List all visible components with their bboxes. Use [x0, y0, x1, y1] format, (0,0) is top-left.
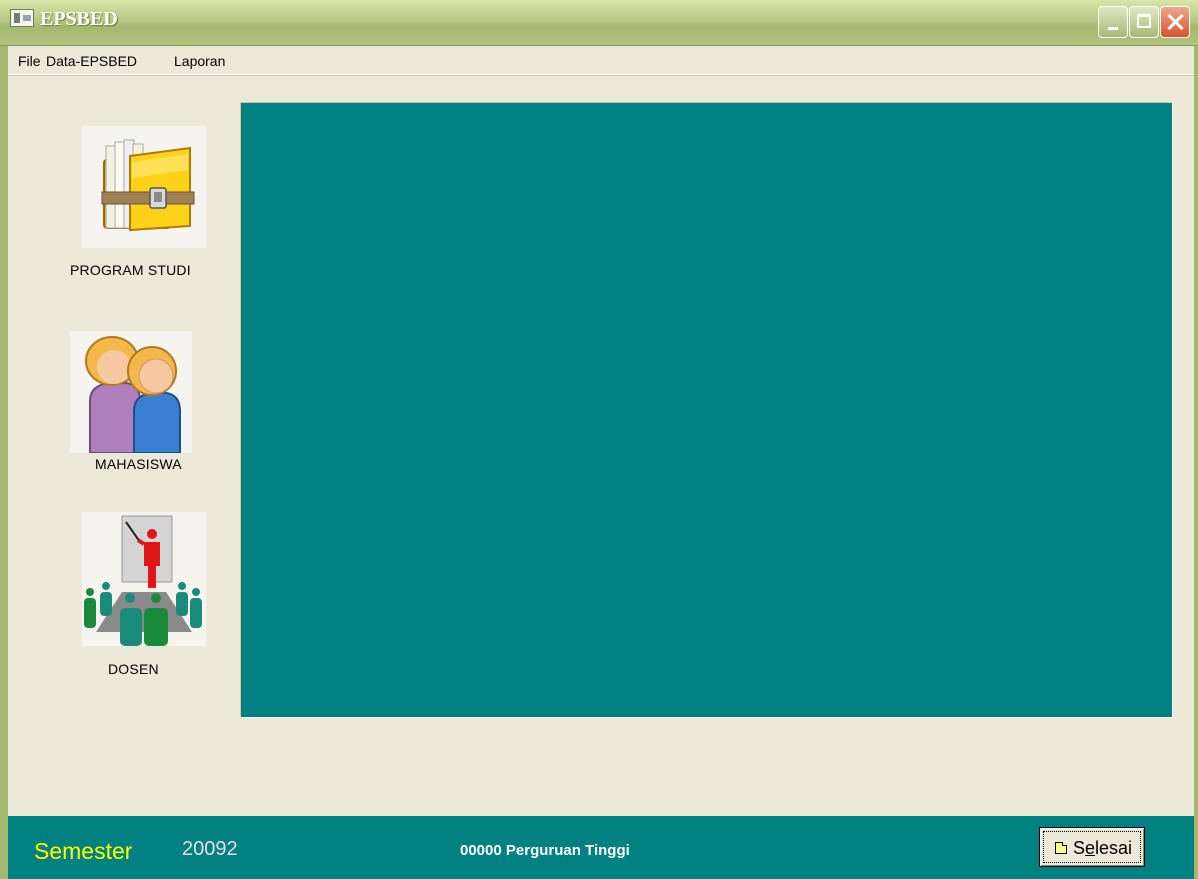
folder-archive-icon[interactable]: [82, 126, 206, 248]
window-frame-right: [1194, 46, 1198, 879]
minimize-button[interactable]: [1098, 6, 1128, 38]
menu-laporan[interactable]: Laporan: [174, 53, 225, 69]
status-bar: Semester 20092 00000 Perguruan Tinggi Se…: [8, 816, 1194, 879]
main-content-panel: [241, 103, 1172, 717]
folder-icon: [1055, 842, 1067, 854]
mahasiswa-label[interactable]: MAHASISWA: [95, 456, 182, 472]
close-button[interactable]: [1160, 6, 1190, 38]
menu-file[interactable]: File: [18, 53, 41, 69]
app-icon[interactable]: [10, 9, 34, 27]
semester-value: 20092: [182, 838, 238, 860]
menu-data-epsbed[interactable]: Data-EPSBED: [46, 53, 137, 69]
menu-bar: File Data-EPSBED Laporan: [8, 48, 1194, 75]
window-frame-left: [0, 46, 8, 879]
title-bar[interactable]: EPSBED: [0, 0, 1198, 46]
institution-label: 00000 Perguruan Tinggi: [460, 842, 630, 859]
selesai-button[interactable]: Selesai: [1039, 827, 1145, 867]
semester-label: Semester: [34, 838, 133, 864]
program-studi-label[interactable]: PROGRAM STUDI: [70, 262, 191, 278]
selesai-label: Selesai: [1073, 838, 1133, 858]
maximize-button[interactable]: [1129, 6, 1159, 38]
window-title: EPSBED: [40, 8, 118, 30]
lecturer-icon[interactable]: [82, 512, 206, 646]
students-icon[interactable]: [70, 331, 192, 454]
dosen-label[interactable]: DOSEN: [108, 661, 159, 677]
